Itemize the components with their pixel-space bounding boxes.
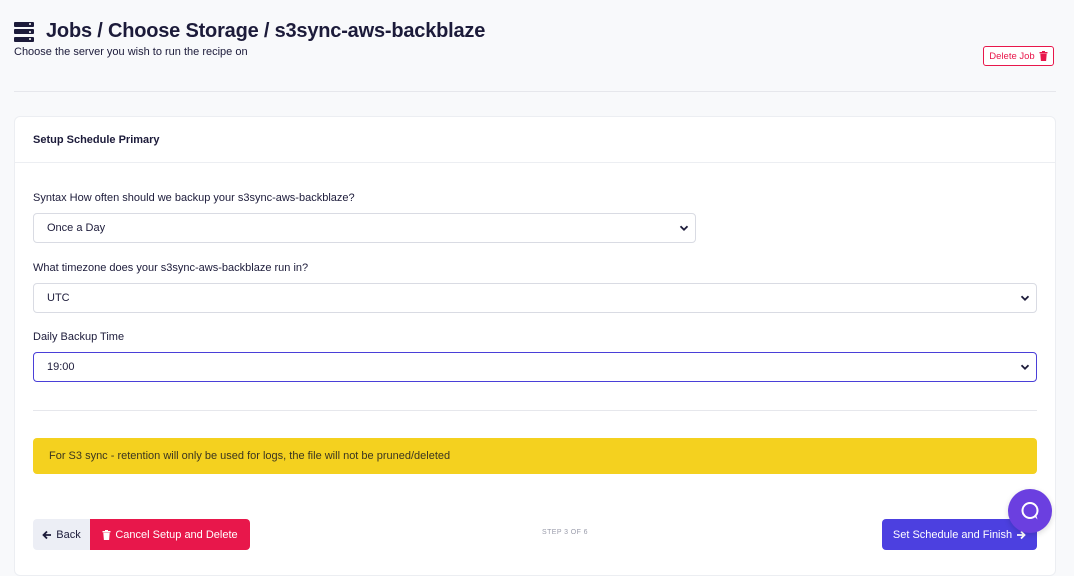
server-icon xyxy=(14,21,34,42)
schedule-card: Setup Schedule Primary Syntax How often … xyxy=(14,116,1056,576)
cancel-setup-button[interactable]: Cancel Setup and Delete xyxy=(90,519,250,550)
chevron-down-icon xyxy=(1020,364,1030,370)
delete-job-button[interactable]: Delete Job xyxy=(983,46,1054,66)
timezone-value: UTC xyxy=(47,292,70,304)
finish-label: Set Schedule and Finish xyxy=(892,528,1013,541)
page-header: Jobs / Choose Storage / s3sync-aws-backb… xyxy=(14,20,1056,58)
frequency-label: Syntax How often should we backup your s… xyxy=(33,192,355,204)
page-title: Jobs / Choose Storage / s3sync-aws-backb… xyxy=(46,20,486,42)
delete-job-label: Delete Job xyxy=(989,50,1035,62)
arrow-left-icon xyxy=(42,530,52,539)
chevron-down-icon xyxy=(679,225,689,231)
time-label: Daily Backup Time xyxy=(33,331,125,343)
back-label: Back xyxy=(56,528,81,541)
trash-icon xyxy=(1039,51,1048,61)
page-subtitle: Choose the server you wish to run the re… xyxy=(14,46,248,58)
timezone-label: What timezone does your s3sync-aws-backb… xyxy=(33,262,309,274)
form-divider xyxy=(33,410,1037,411)
frequency-value: Once a Day xyxy=(47,222,106,234)
cancel-label: Cancel Setup and Delete xyxy=(115,528,238,541)
trash-icon xyxy=(102,529,111,540)
retention-alert: For S3 sync - retention will only be use… xyxy=(33,438,1037,474)
card-title: Setup Schedule Primary xyxy=(33,133,160,146)
card-header: Setup Schedule Primary xyxy=(15,117,1055,163)
title-row: Jobs / Choose Storage / s3sync-aws-backb… xyxy=(14,20,1056,43)
timezone-select[interactable]: UTC xyxy=(33,283,1037,313)
header-divider xyxy=(14,91,1056,92)
step-indicator: STEP 3 OF 6 xyxy=(542,529,588,536)
alert-text: For S3 sync - retention will only be use… xyxy=(49,450,451,462)
chat-launcher[interactable] xyxy=(1008,489,1052,533)
frequency-select[interactable]: Once a Day xyxy=(33,213,696,243)
time-select[interactable]: 19:00 xyxy=(33,352,1037,382)
chevron-down-icon xyxy=(1020,295,1030,301)
time-value: 19:00 xyxy=(47,361,75,373)
chat-icon xyxy=(1021,502,1039,520)
back-button[interactable]: Back xyxy=(33,519,90,550)
